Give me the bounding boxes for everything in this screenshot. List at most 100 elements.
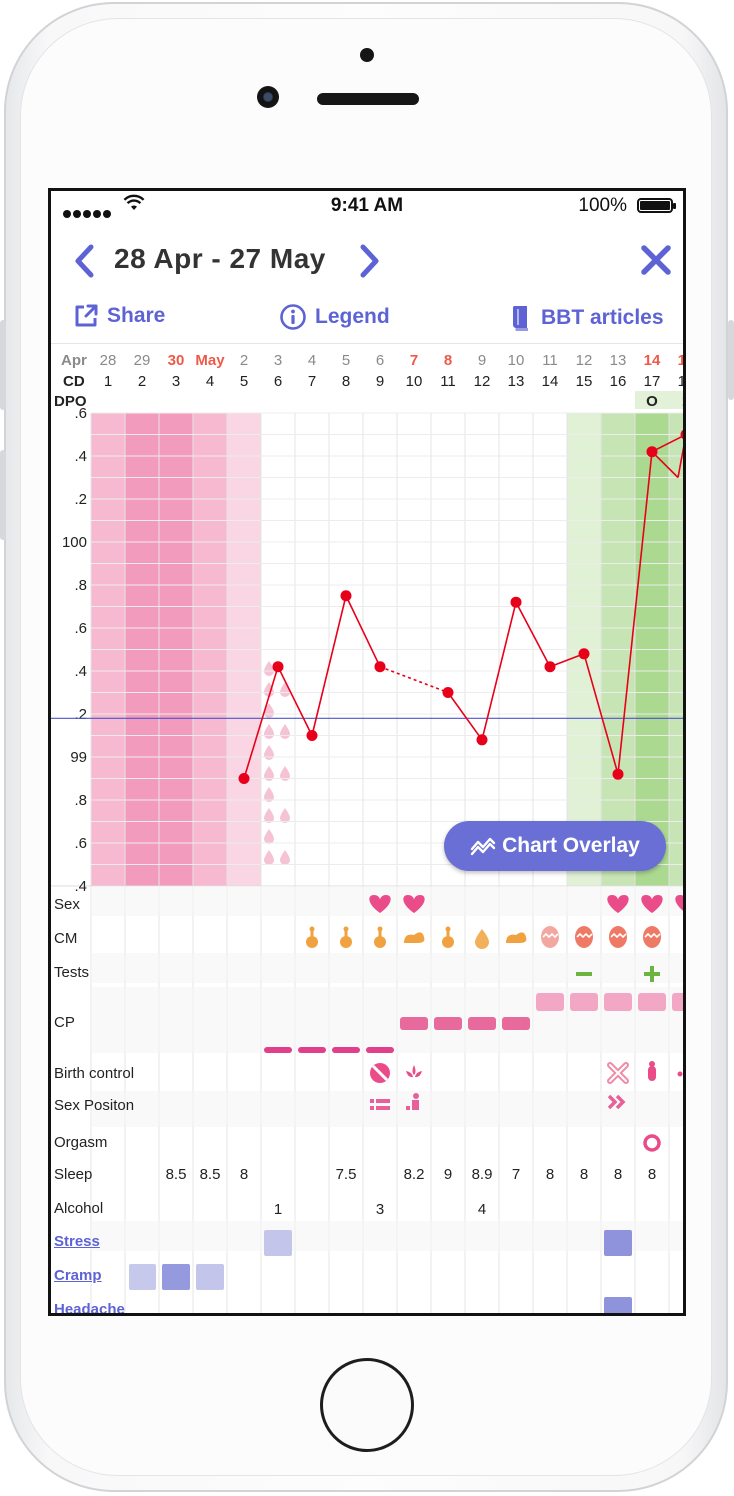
dpo-value: O: [646, 393, 658, 410]
cp-low-bar: [332, 1047, 360, 1053]
home-button[interactable]: [320, 1358, 414, 1452]
day-date: 30: [168, 352, 185, 369]
row-label-stress[interactable]: Stress: [54, 1233, 100, 1250]
temperature-point: [544, 661, 556, 673]
day-date: May: [195, 352, 225, 369]
cycle-day: 15: [576, 373, 593, 390]
y-tick-label: .8: [74, 792, 87, 809]
temperature-point: [306, 730, 318, 741]
row-label-cm: CM: [54, 930, 78, 947]
sleep-value: 8.5: [199, 1166, 221, 1183]
sleep-value: 7.5: [335, 1166, 357, 1183]
headache-block: [604, 1297, 632, 1313]
cm-sticky-icon: [445, 926, 451, 932]
sex-position-icon: [413, 1093, 419, 1099]
cp-medium-bar: [502, 1017, 530, 1030]
sex-position-icon: [376, 1106, 390, 1110]
condom-icon: [649, 1061, 655, 1067]
cp-high-bar: [570, 993, 598, 1011]
day-date: 9: [478, 352, 486, 369]
row-label-tests: Tests: [54, 964, 90, 981]
cycle-day: 7: [308, 373, 316, 390]
spotting-drop-icon: [264, 829, 274, 844]
y-tick-label: .2: [74, 491, 87, 508]
y-tick-label: .6: [74, 620, 87, 637]
sleep-value: 8: [239, 1166, 249, 1183]
front-camera: [257, 86, 279, 108]
cp-low-bar: [298, 1047, 326, 1053]
y-tick-label: .4: [74, 663, 87, 680]
cycle-day: 9: [376, 373, 384, 390]
cm-drop-icon: [475, 929, 489, 949]
dpo-value: 1: [682, 393, 683, 410]
spotting-drop-icon: [264, 808, 274, 823]
cp-low-bar: [264, 1047, 292, 1053]
row-label-sex-position: Sex Positon: [54, 1097, 135, 1114]
cycle-day: 10: [406, 373, 423, 390]
row-label-headache[interactable]: Headache: [54, 1301, 125, 1313]
chart-overlay-button[interactable]: Chart Overlay: [444, 821, 666, 871]
day-date: 7: [410, 352, 418, 369]
day-date: 4: [308, 352, 316, 369]
day-date: 3: [274, 352, 282, 369]
cycle-day: 11: [440, 373, 456, 390]
orgasm-icon: [643, 1134, 661, 1152]
sex-position-icon: [406, 1106, 410, 1110]
cycle-day: 17: [644, 373, 661, 390]
day-date: 15: [678, 352, 683, 369]
withdrawal-icon: [406, 1065, 422, 1078]
row-label-cp: CP: [54, 1014, 75, 1031]
day-date: 29: [134, 352, 151, 369]
day-date: 28: [100, 352, 117, 369]
test-positive-icon: [650, 966, 654, 982]
cm-creamy-icon: [506, 932, 527, 943]
test-negative-icon: [576, 972, 592, 976]
volume-up-button: [0, 320, 6, 410]
y-tick-label: 99: [70, 749, 87, 766]
day-date: 14: [644, 352, 661, 369]
temperature-point: [646, 446, 658, 458]
sleep-value: 8.2: [403, 1166, 425, 1183]
day-date: 8: [444, 352, 452, 369]
cramp-block: [196, 1264, 224, 1290]
cd-label: CD: [63, 373, 85, 390]
earpiece-speaker: [317, 93, 419, 105]
cycle-day: 14: [542, 373, 559, 390]
cycle-day: 2: [138, 373, 146, 390]
spotting-drop-icon: [264, 745, 274, 760]
y-tick-label: .4: [74, 878, 87, 895]
cm-sticky-icon: [377, 926, 383, 932]
day-date: 11: [542, 352, 558, 369]
temperature-point: [442, 687, 454, 698]
day-date: 5: [342, 352, 350, 369]
temperature-point: [476, 734, 488, 746]
temperature-point: [238, 773, 250, 784]
cramp-block: [129, 1264, 156, 1290]
sex-position-icon: [376, 1099, 390, 1103]
temperature-point: [510, 596, 522, 608]
cm-sticky-icon: [343, 926, 349, 932]
spotting-drop-icon: [264, 850, 274, 865]
spotting-drop-icon: [280, 724, 290, 739]
spotting-drop-icon: [264, 661, 274, 676]
day-date: 12: [576, 352, 593, 369]
cp-high-bar: [604, 993, 632, 1011]
y-tick-label: .8: [74, 577, 87, 594]
row-label-alcohol: Alcohol: [54, 1200, 104, 1217]
temperature-point: [272, 661, 284, 673]
proximity-sensor: [360, 48, 374, 62]
alcohol-value: 1: [273, 1201, 283, 1218]
chart-overlay-label: Chart Overlay: [502, 834, 640, 857]
cp-medium-bar: [468, 1017, 496, 1030]
cp-high-bar: [672, 993, 683, 1011]
row-label-cramp[interactable]: Cramp: [54, 1267, 102, 1284]
stress-block: [604, 1230, 632, 1256]
row-stripe: [91, 1221, 683, 1251]
day-date: 6: [376, 352, 384, 369]
temperature-point: [340, 590, 352, 602]
pill-icon: [677, 1071, 683, 1077]
alcohol-value: 4: [477, 1201, 487, 1218]
temperature-point: [612, 768, 624, 780]
month-label: Apr: [61, 352, 87, 369]
volume-down-button: [0, 450, 6, 540]
